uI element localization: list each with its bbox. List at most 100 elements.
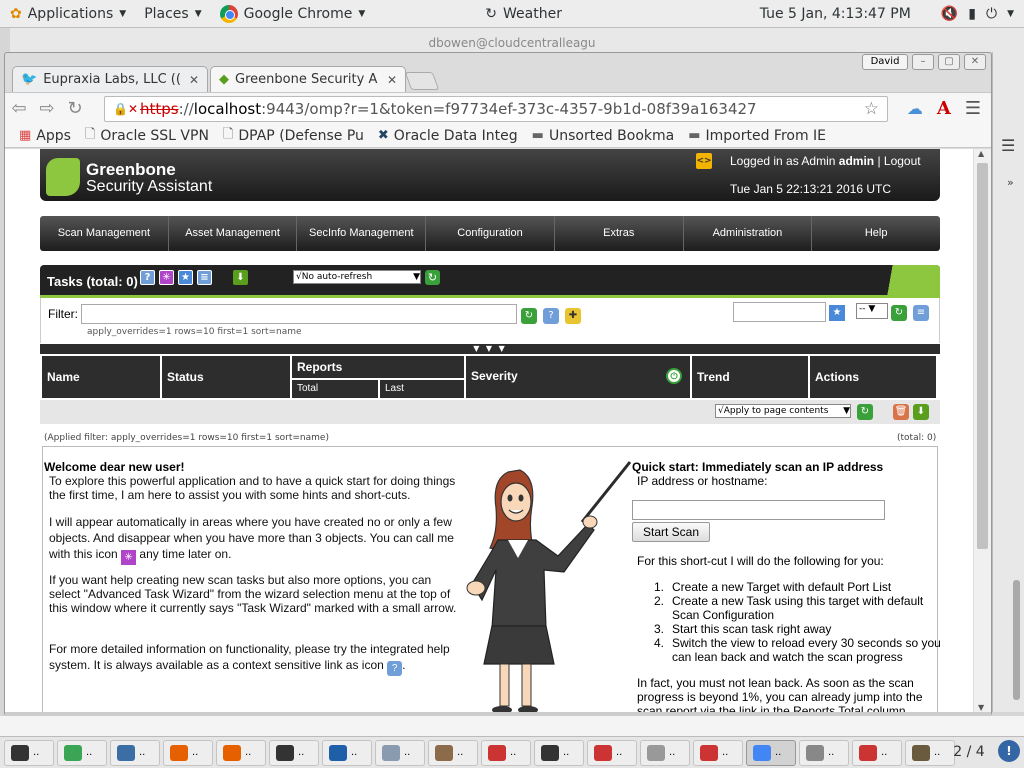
refresh-icon[interactable]: ↻ xyxy=(425,270,440,285)
profile-button[interactable]: David xyxy=(862,54,908,70)
taskbar-item[interactable]: .. xyxy=(587,739,637,766)
scroll-thumb[interactable] xyxy=(977,163,988,549)
taskbar-item[interactable]: .. xyxy=(216,739,266,766)
code-icon[interactable]: <> xyxy=(696,153,712,169)
filter-list-icon[interactable]: ≡ xyxy=(913,305,929,321)
taskbar-item[interactable]: .. xyxy=(428,739,478,766)
switch-filter-icon[interactable]: ↻ xyxy=(891,305,907,321)
new-tab-button[interactable] xyxy=(404,72,440,90)
reload-icon[interactable]: ↻ xyxy=(61,98,89,119)
taskbar-item[interactable]: .. xyxy=(4,739,54,766)
taskbar-item[interactable]: .. xyxy=(799,739,849,766)
taskbar-item[interactable]: .. xyxy=(481,739,531,766)
tab-greenbone[interactable]: ◆ Greenbone Security A ✕ xyxy=(210,66,406,92)
overflow-chevron-icon[interactable]: » xyxy=(1007,176,1014,189)
forward-icon[interactable]: ⇨ xyxy=(33,98,61,119)
places-menu[interactable]: Places ▼ xyxy=(144,0,201,28)
applications-menu[interactable]: ✿ Applications ▼ xyxy=(10,0,126,28)
filter-select[interactable]: -- ▼ xyxy=(856,303,888,319)
menu-asset-management[interactable]: Asset Management xyxy=(169,216,298,251)
download-icon[interactable]: ⬇ xyxy=(233,270,248,285)
auto-refresh-select[interactable]: √No auto-refresh ▼ xyxy=(293,270,421,284)
scroll-up-icon[interactable]: ▲ xyxy=(978,149,984,158)
filter-input[interactable] xyxy=(81,304,517,324)
trash-icon[interactable]: 🗑 xyxy=(893,404,909,420)
menu-secinfo-management[interactable]: SecInfo Management xyxy=(297,216,427,251)
address-bar[interactable]: 🔒✕ https://localhost:9443/omp?r=1&token=… xyxy=(104,96,888,122)
menu-scan-management[interactable]: Scan Management xyxy=(40,216,169,251)
menu-administration[interactable]: Administration xyxy=(684,216,813,251)
username-link[interactable]: admin xyxy=(839,154,874,168)
apply-filter-icon[interactable]: ↻ xyxy=(521,308,537,324)
background-scrollbar[interactable] xyxy=(1013,580,1020,700)
apply-refresh-icon[interactable]: ↻ xyxy=(857,404,873,420)
col-reports-last[interactable]: Last xyxy=(380,380,464,398)
battery-icon[interactable]: ▮ xyxy=(968,6,976,22)
bookmark-folder-imported[interactable]: ▬ Imported From IE xyxy=(688,128,826,144)
col-status[interactable]: Status xyxy=(162,356,290,398)
volume-icon[interactable]: 🔇 xyxy=(941,6,958,22)
taskbar-item[interactable]: .. xyxy=(57,739,107,766)
collapse-toggle[interactable]: ▼ ▼ ▼ xyxy=(40,344,940,354)
taskbar-item[interactable]: .. xyxy=(110,739,160,766)
col-severity[interactable]: Severity ⏻ xyxy=(466,356,690,398)
power-icon[interactable]: ⏻ xyxy=(986,6,997,22)
bookmark-folder-unsorted[interactable]: ▬ Unsorted Bookma xyxy=(532,128,675,144)
taskbar-item[interactable]: .. xyxy=(852,739,902,766)
taskbar-item[interactable]: .. xyxy=(322,739,372,766)
taskbar-item[interactable]: .. xyxy=(269,739,319,766)
filter-help-icon[interactable]: ? xyxy=(543,308,559,324)
tab-eupraxia[interactable]: 🐦 Eupraxia Labs, LLC (( ✕ xyxy=(12,66,208,92)
menu-help[interactable]: Help xyxy=(812,216,940,251)
taskbar-item[interactable]: .. xyxy=(534,739,584,766)
menu-configuration[interactable]: Configuration xyxy=(426,216,555,251)
active-app-menu[interactable]: Google Chrome ▼ xyxy=(219,0,365,28)
bookmark-star-icon[interactable]: ☆ xyxy=(864,99,879,119)
workspace-pager[interactable]: 2 / 4 xyxy=(944,740,994,764)
list-icon[interactable]: ≡ xyxy=(197,270,212,285)
taskbar-item[interactable]: .. xyxy=(693,739,743,766)
edit-filter-icon[interactable]: ✚ xyxy=(565,308,581,324)
maximize-button[interactable]: ▢ xyxy=(938,54,960,70)
bookmark-oracle-ssl-vpn[interactable]: 🗋 Oracle SSL VPN xyxy=(85,125,209,147)
export-icon[interactable]: ⬇ xyxy=(913,404,929,420)
close-window-button[interactable]: ✕ xyxy=(964,54,986,70)
start-scan-button[interactable]: Start Scan xyxy=(632,522,710,542)
minimize-button[interactable]: – xyxy=(912,54,934,70)
close-tab-icon[interactable]: ✕ xyxy=(387,73,397,87)
new-task-star-icon[interactable]: ★ xyxy=(178,270,193,285)
quickstart-ip-input[interactable] xyxy=(632,500,885,520)
cloud-extension-icon[interactable]: ☁ xyxy=(907,99,923,118)
insecure-lock-icon[interactable]: 🔒✕ xyxy=(113,102,138,116)
bookmark-dpap[interactable]: 🗋 DPAP (Defense Pu xyxy=(223,125,364,147)
filter-name-input[interactable] xyxy=(733,302,826,322)
apply-to-select[interactable]: √Apply to page contents ▼ xyxy=(715,404,851,418)
help-icon[interactable]: ? xyxy=(140,270,155,285)
bookmark-oracle-data-integ[interactable]: ✖ Oracle Data Integ xyxy=(378,128,518,144)
col-trend[interactable]: Trend xyxy=(692,356,808,398)
bookmark-apps[interactable]: ▦ Apps xyxy=(19,128,71,144)
wizard-icon[interactable]: ✳ xyxy=(159,270,174,285)
severity-toggle-icon[interactable]: ⏻ xyxy=(666,368,682,384)
wizard-icon[interactable]: ✳ xyxy=(121,550,137,565)
taskbar-item[interactable]: .. xyxy=(746,739,796,766)
menu-extras[interactable]: Extras xyxy=(555,216,684,251)
notification-icon[interactable]: ! xyxy=(998,740,1020,762)
chrome-menu-icon[interactable]: ☰ xyxy=(965,98,981,119)
page-scrollbar[interactable]: ▲ ▼ xyxy=(973,149,991,712)
save-filter-star-icon[interactable]: ★ xyxy=(829,305,845,321)
weather-applet[interactable]: ↻ Weather xyxy=(485,0,562,28)
acrobat-extension-icon[interactable]: A xyxy=(937,98,951,119)
taskbar-item[interactable]: .. xyxy=(640,739,690,766)
col-name[interactable]: Name xyxy=(42,356,160,398)
hamburger-icon[interactable]: ☰ xyxy=(1001,136,1015,155)
back-icon[interactable]: ⇦ xyxy=(5,98,33,119)
col-reports-total[interactable]: Total xyxy=(292,380,378,398)
taskbar-item[interactable]: .. xyxy=(163,739,213,766)
taskbar-item[interactable]: .. xyxy=(375,739,425,766)
logout-link[interactable]: Logout xyxy=(884,154,921,168)
scroll-down-icon[interactable]: ▼ xyxy=(978,703,984,712)
clock[interactable]: Tue 5 Jan, 4:13:47 PM xyxy=(760,0,911,28)
close-tab-icon[interactable]: ✕ xyxy=(189,73,199,87)
help-icon[interactable]: ? xyxy=(387,661,403,676)
